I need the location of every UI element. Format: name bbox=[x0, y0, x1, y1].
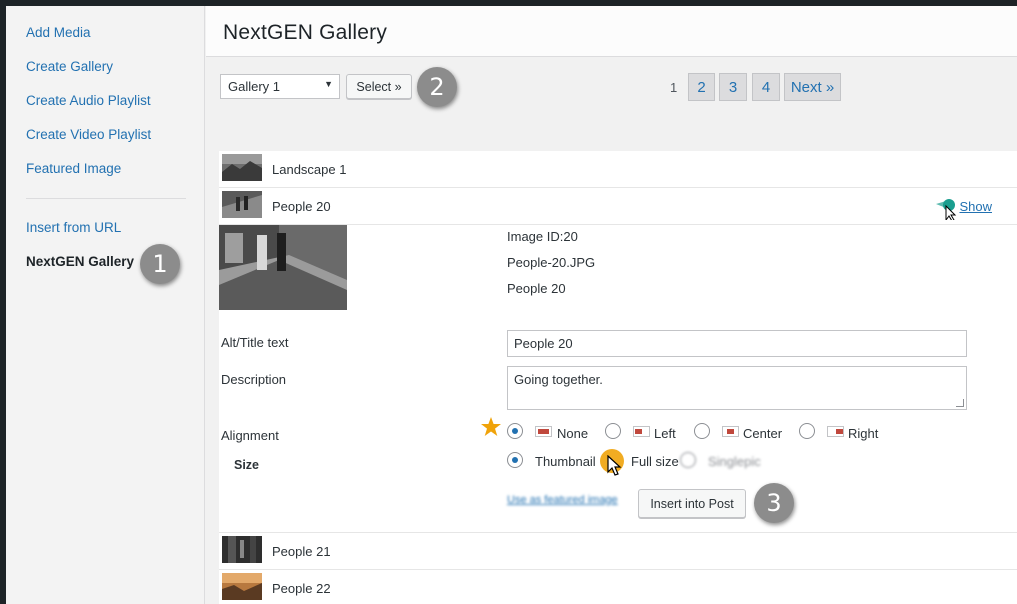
alignment-option-label[interactable]: None bbox=[557, 426, 588, 441]
image-preview bbox=[219, 225, 347, 310]
landscape-thumbnail bbox=[222, 154, 262, 181]
image-title-text: People 20 bbox=[507, 281, 566, 296]
pager-page-2[interactable]: 2 bbox=[688, 73, 715, 101]
show-details-link[interactable]: Show bbox=[959, 199, 992, 214]
image-detail-panel: Image ID:20 People-20.JPG People 20 Alt/… bbox=[219, 225, 1017, 533]
list-item-people-21[interactable]: People 21 bbox=[219, 533, 1017, 570]
people-thumbnail bbox=[222, 191, 262, 218]
sidebar-link-create-gallery[interactable]: Create Gallery bbox=[26, 59, 113, 74]
image-id-text: Image ID:20 bbox=[507, 229, 578, 244]
cursor-pointer-icon bbox=[936, 199, 957, 220]
alignment-option-label[interactable]: Right bbox=[848, 426, 878, 441]
dropdown-arrow-icon: ▼ bbox=[324, 79, 333, 89]
sidebar-link-add-media[interactable]: Add Media bbox=[26, 25, 91, 40]
alignment-label: Alignment bbox=[221, 428, 279, 443]
alt-title-label: Alt/Title text bbox=[221, 335, 289, 350]
list-item-people-20[interactable]: People 20 Show bbox=[219, 188, 1017, 225]
align-center-icon bbox=[722, 426, 739, 437]
gallery-select[interactable]: Gallery 1 ▼ bbox=[220, 74, 340, 99]
description-textarea[interactable]: Going together. bbox=[507, 366, 967, 410]
modal-header: NextGEN Gallery bbox=[206, 6, 1017, 57]
step-badge-3: 3 bbox=[754, 483, 794, 523]
media-modal-content: NextGEN Gallery Gallery 1 ▼ Select » 2 1… bbox=[206, 6, 1017, 604]
sidebar-link-featured-image[interactable]: Featured Image bbox=[26, 161, 121, 176]
list-item-label: People 22 bbox=[272, 581, 331, 596]
sidebar-separator bbox=[26, 198, 186, 199]
step-badge-1: 1 bbox=[140, 244, 180, 284]
align-right-icon bbox=[827, 426, 844, 437]
sidebar-link-create-video-playlist[interactable]: Create Video Playlist bbox=[26, 127, 151, 142]
alt-title-input[interactable]: People 20 bbox=[507, 330, 967, 357]
select-gallery-button[interactable]: Select » bbox=[346, 74, 412, 99]
list-item-landscape-1[interactable]: Landscape 1 bbox=[219, 151, 1017, 188]
alignment-radio-right[interactable] bbox=[799, 423, 815, 439]
list-item-label: Landscape 1 bbox=[272, 162, 347, 177]
sidebar-link-create-audio-playlist[interactable]: Create Audio Playlist bbox=[26, 93, 151, 108]
resize-handle-icon[interactable] bbox=[956, 399, 964, 407]
align-none-icon bbox=[535, 426, 552, 437]
sidebar-link-insert-from-url[interactable]: Insert from URL bbox=[26, 220, 121, 235]
size-option-label[interactable]: Full size bbox=[631, 454, 679, 469]
image-filename-text: People-20.JPG bbox=[507, 255, 596, 270]
alignment-option-label[interactable]: Center bbox=[743, 426, 782, 441]
insert-into-post-button[interactable]: Insert into Post bbox=[638, 489, 746, 518]
size-radio-singlepic[interactable] bbox=[680, 452, 696, 468]
sidebar-item-nextgen-gallery[interactable]: NextGEN Gallery bbox=[26, 254, 134, 269]
description-textarea-value: Going together. bbox=[514, 372, 603, 387]
pager-page-3[interactable]: 3 bbox=[719, 73, 747, 101]
featured-image-link[interactable]: Use as featured image bbox=[507, 494, 618, 506]
cursor-pointer-icon bbox=[607, 455, 622, 476]
size-radio-thumbnail[interactable] bbox=[507, 452, 523, 468]
size-option-label[interactable]: Singlepic bbox=[708, 454, 761, 469]
people-thumbnail bbox=[222, 573, 262, 600]
pager-next[interactable]: Next » bbox=[784, 73, 841, 101]
alignment-radio-center[interactable] bbox=[694, 423, 710, 439]
people-thumbnail bbox=[222, 536, 262, 563]
alt-title-input-value: People 20 bbox=[514, 336, 573, 351]
page-title: NextGEN Gallery bbox=[223, 21, 388, 44]
pager-page-4[interactable]: 4 bbox=[752, 73, 780, 101]
alignment-option-label[interactable]: Left bbox=[654, 426, 676, 441]
size-option-label[interactable]: Thumbnail bbox=[535, 454, 596, 469]
pager-current-page: 1 bbox=[670, 80, 678, 95]
media-modal-sidebar: Add Media Create Gallery Create Audio Pl… bbox=[6, 6, 205, 604]
list-item-people-22[interactable]: People 22 bbox=[219, 570, 1017, 604]
size-label: Size bbox=[234, 458, 260, 472]
star-icon bbox=[481, 417, 501, 436]
alignment-radio-none[interactable] bbox=[507, 423, 523, 439]
align-left-icon bbox=[633, 426, 650, 437]
list-item-label: People 21 bbox=[272, 544, 331, 559]
step-badge-2: 2 bbox=[417, 67, 457, 107]
description-label: Description bbox=[221, 372, 287, 387]
list-item-label: People 20 bbox=[272, 199, 331, 214]
alignment-radio-left[interactable] bbox=[605, 423, 621, 439]
gallery-select-value: Gallery 1 bbox=[228, 79, 281, 94]
